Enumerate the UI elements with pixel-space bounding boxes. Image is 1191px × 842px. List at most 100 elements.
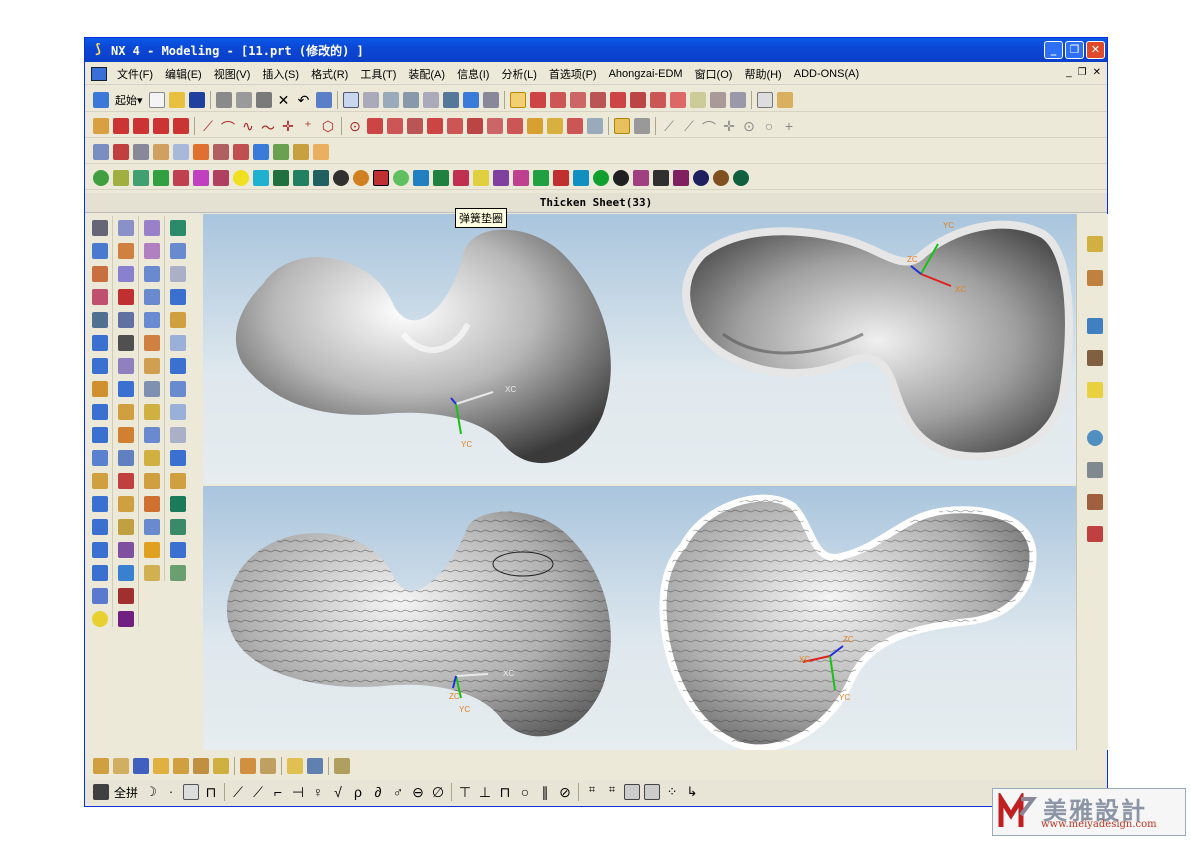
edm-9-icon[interactable]: [253, 169, 269, 186]
bt2-tool4-icon[interactable]: ⊣: [290, 784, 306, 800]
sketch-circle-2-icon[interactable]: ○: [761, 118, 777, 134]
lt4-3-icon[interactable]: [170, 266, 186, 282]
lt3-16-icon[interactable]: [143, 565, 160, 581]
lt3-5-icon[interactable]: [143, 312, 160, 328]
lt2-10-icon[interactable]: [117, 427, 134, 443]
bt2-tool8-icon[interactable]: ∂: [370, 784, 386, 800]
bt2-tool11-icon[interactable]: ∅: [430, 784, 446, 800]
bt2-tool5-icon[interactable]: ♀: [310, 784, 326, 800]
select-filter-icon[interactable]: [509, 91, 526, 108]
edm-19-icon[interactable]: [453, 169, 469, 186]
bt1-3-icon[interactable]: [133, 758, 149, 774]
lt2-11-icon[interactable]: [117, 450, 134, 466]
lt2-9-icon[interactable]: [117, 404, 134, 420]
punct-icon[interactable]: ·: [163, 784, 179, 800]
lt3-2-icon[interactable]: [143, 243, 160, 259]
lt1-16-icon[interactable]: [91, 565, 108, 581]
bt2-tool12-icon[interactable]: ⊤: [457, 784, 473, 800]
fit-view-icon[interactable]: [342, 91, 359, 108]
menu-add-ons[interactable]: ADD-ONS(A): [788, 68, 865, 80]
viewport-bottom-pane[interactable]: XC ZC YC XC ZC YC: [203, 486, 1076, 750]
bt1-8-icon[interactable]: [240, 758, 256, 774]
ellipse-icon[interactable]: ⊙: [347, 118, 363, 134]
snap-curve-icon[interactable]: [709, 91, 726, 108]
wave-curve-icon[interactable]: 〜: [260, 118, 276, 136]
lt4-2-icon[interactable]: [170, 243, 186, 259]
lt2-18-icon[interactable]: [117, 611, 134, 627]
lt4-14-icon[interactable]: [170, 519, 186, 535]
lt4-7-icon[interactable]: [170, 358, 186, 374]
edm-21-icon[interactable]: [493, 169, 509, 186]
edm-15-icon[interactable]: [373, 169, 389, 186]
trim-curve-icon[interactable]: [507, 117, 523, 134]
lt4-8-icon[interactable]: [170, 381, 186, 397]
lt3-7-icon[interactable]: [143, 358, 160, 374]
curve-tool-1-icon[interactable]: [113, 117, 129, 134]
clock-icon[interactable]: [1087, 430, 1103, 446]
lt1-15-icon[interactable]: [91, 542, 108, 558]
menu-analysis[interactable]: 分析(L): [495, 66, 542, 82]
lt4-15-icon[interactable]: [170, 542, 186, 558]
mirror-curve-icon[interactable]: [467, 117, 483, 134]
lt1-3-icon[interactable]: [91, 266, 108, 282]
edm-3-icon[interactable]: [133, 169, 149, 186]
bt2-line2-icon[interactable]: ⟋: [250, 784, 266, 800]
curve-length-icon[interactable]: [567, 117, 583, 134]
viewport-top-pane[interactable]: XC YC YC ZC XC: [203, 214, 1076, 484]
feature-2-icon[interactable]: [113, 143, 129, 160]
bt2-tool6-icon[interactable]: √: [330, 784, 346, 800]
new-file-icon[interactable]: [148, 91, 165, 108]
lt4-13-icon[interactable]: [170, 496, 186, 512]
bridge-curve-icon[interactable]: [407, 117, 423, 134]
lt1-18-icon[interactable]: [91, 611, 108, 627]
lt2-13-icon[interactable]: [117, 496, 134, 512]
lt4-1-icon[interactable]: [170, 220, 186, 236]
keyboard-icon[interactable]: [183, 784, 200, 800]
zoom-icon[interactable]: [362, 91, 379, 108]
lt2-12-icon[interactable]: [117, 473, 134, 489]
polygon-icon[interactable]: ⬡: [320, 118, 336, 134]
lt2-5-icon[interactable]: [117, 312, 134, 328]
sketch-cross-icon[interactable]: +: [781, 118, 797, 134]
users-icon[interactable]: [1087, 526, 1103, 542]
curve-tool-4-icon[interactable]: [173, 117, 189, 134]
lt1-11-icon[interactable]: [91, 450, 108, 466]
point-icon[interactable]: ✛: [280, 118, 296, 134]
edm-27-icon[interactable]: [613, 169, 629, 186]
bt2-circle-icon[interactable]: ○: [517, 784, 533, 800]
lt4-11-icon[interactable]: [170, 450, 186, 466]
assembly-navigator-icon[interactable]: [1087, 236, 1103, 252]
edm-10-icon[interactable]: [273, 169, 289, 186]
undo-icon[interactable]: ↶: [296, 92, 312, 108]
edm-31-icon[interactable]: [693, 169, 709, 186]
spline-icon[interactable]: ∿: [240, 118, 256, 134]
lt2-4-icon[interactable]: [117, 289, 134, 305]
edm-23-icon[interactable]: [533, 169, 549, 186]
edm-7-icon[interactable]: [213, 169, 229, 186]
cut-icon[interactable]: [215, 91, 232, 108]
lt1-9-icon[interactable]: [91, 404, 108, 420]
pan-icon[interactable]: [422, 91, 439, 108]
feature-12-icon[interactable]: [313, 143, 329, 160]
feature-5-icon[interactable]: [173, 143, 189, 160]
edm-12-icon[interactable]: [313, 169, 329, 186]
lt4-12-icon[interactable]: [170, 473, 186, 489]
shaded-thickened-sheet-right[interactable]: [682, 220, 1073, 461]
lt2-15-icon[interactable]: [117, 542, 134, 558]
ime-icon[interactable]: [93, 784, 109, 800]
edm-32-icon[interactable]: [713, 169, 729, 186]
sketch-tools-icon[interactable]: [634, 117, 650, 134]
menu-preferences[interactable]: 首选项(P): [543, 66, 603, 82]
edit-curve-icon[interactable]: [547, 117, 563, 134]
lt3-14-icon[interactable]: [143, 519, 160, 535]
selection-icon[interactable]: [315, 91, 332, 108]
lt4-16-icon[interactable]: [170, 565, 186, 581]
bt1-12-icon[interactable]: [334, 758, 350, 774]
bt2-tool21-icon[interactable]: ⁘: [664, 784, 680, 800]
lt1-12-icon[interactable]: [91, 473, 108, 489]
lt3-9-icon[interactable]: [143, 404, 160, 420]
bt2-tool18-icon[interactable]: ⌗: [604, 784, 620, 800]
graphics-viewport[interactable]: XC YC YC ZC XC XC ZC YC XC ZC YC: [203, 214, 1076, 750]
bt2-tool14-icon[interactable]: ⊓: [497, 784, 513, 800]
moon-icon[interactable]: ☽: [143, 784, 159, 800]
